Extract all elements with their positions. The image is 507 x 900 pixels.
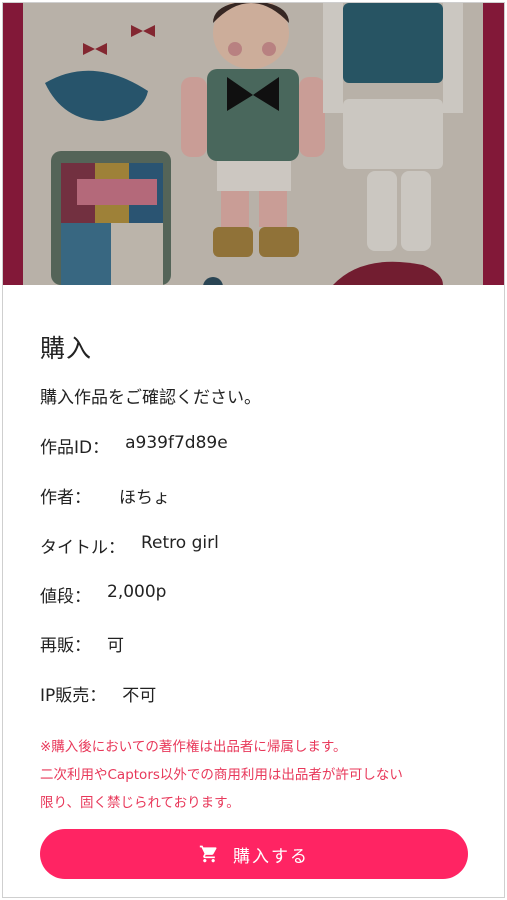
field-label: IP販売： (40, 686, 107, 706)
field-author: 作者： ほちょ (40, 483, 170, 508)
field-label: 作者： (40, 488, 91, 508)
artwork-preview (3, 3, 504, 285)
field-label: タイトル： (40, 538, 125, 558)
purchase-button-label: 購入する (233, 846, 309, 867)
field-resale: 再販： 可 (40, 631, 124, 656)
copyright-notice: ※購入後においての著作権は出品者に帰属します。 二次利用やCaptors以外での… (40, 733, 480, 817)
field-label: 作品ID： (40, 438, 110, 458)
notice-line: 限り、固く禁じられております。 (40, 795, 240, 811)
field-value: 2,000p (107, 582, 167, 602)
intro-text: 購入作品をご確認ください。 (40, 388, 261, 408)
dialog-title: 購入 (40, 334, 93, 363)
field-label: 再販： (40, 636, 91, 656)
field-ip-sale: IP販売： 不可 (40, 681, 156, 706)
field-title: タイトル： Retro girl (40, 533, 219, 558)
field-value: ほちょ (119, 488, 170, 508)
field-work-id: 作品ID： a939f7d89e (40, 433, 228, 458)
notice-line: 二次利用やCaptors以外での商用利用は出品者が許可しない (40, 767, 403, 783)
field-value: Retro girl (141, 533, 219, 553)
field-price: 値段： 2,000p (40, 582, 166, 607)
field-value: a939f7d89e (125, 433, 228, 453)
purchase-sheet: 購入 購入作品をご確認ください。 作品ID： a939f7d89e 作者： ほち… (3, 285, 504, 897)
purchase-button[interactable]: 購入する (40, 829, 468, 879)
cart-icon (199, 845, 217, 863)
field-value: 不可 (122, 686, 157, 706)
field-label: 値段： (40, 587, 91, 607)
purchase-dialog: 購入 購入作品をご確認ください。 作品ID： a939f7d89e 作者： ほち… (2, 2, 505, 898)
field-value: 可 (107, 636, 124, 656)
notice-line: ※購入後においての著作権は出品者に帰属します。 (40, 739, 347, 755)
